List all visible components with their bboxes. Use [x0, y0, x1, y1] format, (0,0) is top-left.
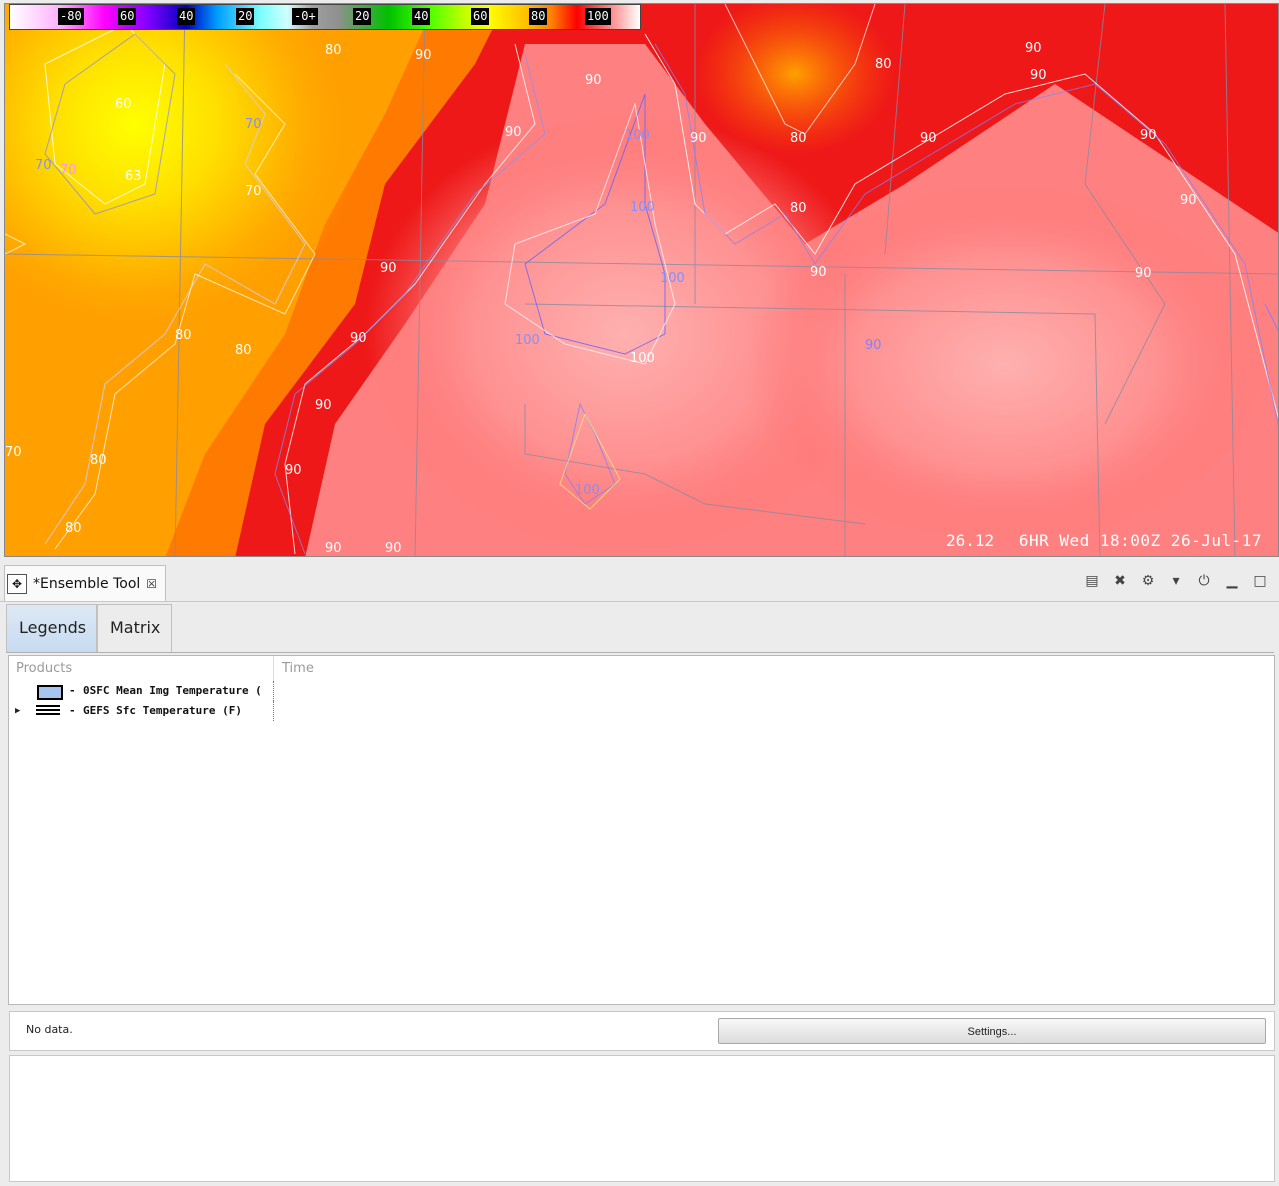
svg-text:90: 90 — [350, 331, 367, 346]
colorbar-tick: 40 — [412, 8, 431, 25]
svg-text:80: 80 — [65, 521, 82, 536]
svg-text:70: 70 — [245, 184, 262, 199]
map-display[interactable]: 70 70 60 63 70 70 80 80 80 90 90 90 90 9… — [4, 3, 1279, 557]
svg-text:80: 80 — [235, 343, 252, 358]
colorbar-tick: 100 — [585, 8, 611, 25]
power-icon[interactable]: ⏻ — [1195, 572, 1213, 590]
svg-text:70: 70 — [60, 163, 77, 178]
temperature-colorbar: -80 60 40 20 -0+ 20 40 60 80 100 — [9, 4, 641, 30]
svg-text:90: 90 — [385, 541, 402, 556]
move-arrows-icon: ✥ — [7, 573, 27, 594]
svg-text:90: 90 — [380, 261, 397, 276]
svg-text:63: 63 — [125, 169, 142, 184]
colorbar-tick: 20 — [236, 8, 255, 25]
svg-text:90: 90 — [1180, 193, 1197, 208]
svg-text:60: 60 — [115, 97, 132, 112]
color-swatch[interactable] — [37, 685, 63, 700]
legend-dash: - — [69, 684, 76, 697]
minimize-icon[interactable]: ▁ — [1223, 572, 1241, 590]
svg-text:90: 90 — [1025, 41, 1042, 56]
tab-ensemble-tool-label: *Ensemble Tool — [33, 575, 141, 592]
detail-panel — [9, 1055, 1275, 1182]
svg-text:90: 90 — [505, 125, 522, 140]
notepad-icon[interactable]: ▤ — [1083, 572, 1101, 590]
svg-text:80: 80 — [175, 328, 192, 343]
svg-text:70: 70 — [5, 445, 22, 460]
svg-text:90: 90 — [325, 541, 342, 556]
tab-legends[interactable]: Legends — [6, 604, 97, 652]
svg-text:80: 80 — [90, 453, 107, 468]
svg-text:90: 90 — [810, 265, 827, 280]
legend-row-gefs-temperature[interactable]: ▶ - GEFS Sfc Temperature (F) — [9, 701, 274, 721]
legend-row-label: 0SFC Mean Img Temperature ( — [83, 684, 262, 697]
column-divider — [273, 681, 275, 701]
close-icon[interactable]: ☒ — [146, 577, 157, 591]
svg-text:90: 90 — [920, 131, 937, 146]
svg-text:100: 100 — [515, 333, 540, 348]
svg-text:90: 90 — [415, 48, 432, 63]
svg-text:80: 80 — [325, 43, 342, 58]
temperature-field: 70 70 60 63 70 70 80 80 80 90 90 90 90 9… — [5, 4, 1278, 556]
svg-text:90: 90 — [1030, 68, 1047, 83]
column-divider[interactable] — [273, 656, 274, 681]
settings-button[interactable]: Settings... — [718, 1018, 1266, 1044]
svg-text:80: 80 — [875, 57, 892, 72]
svg-text:80: 80 — [790, 201, 807, 216]
column-header-time[interactable]: Time — [275, 656, 314, 681]
svg-text:90: 90 — [690, 131, 707, 146]
tab-ensemble-tool[interactable]: ✥ *Ensemble Tool ☒ — [4, 565, 167, 601]
tools-icon[interactable]: ✖ — [1111, 572, 1129, 590]
svg-text:90: 90 — [1140, 128, 1157, 143]
line-style-swatch[interactable] — [36, 705, 60, 717]
gear-icon[interactable]: ⚙ — [1139, 572, 1157, 590]
column-header-products[interactable]: Products — [9, 656, 72, 681]
colorbar-tick: 20 — [353, 8, 372, 25]
svg-text:70: 70 — [245, 117, 262, 132]
svg-text:70: 70 — [35, 158, 52, 173]
legend-dash: - — [69, 704, 76, 717]
svg-text:90: 90 — [1135, 266, 1152, 281]
colorbar-tick: 80 — [529, 8, 548, 25]
svg-text:90: 90 — [865, 338, 882, 353]
svg-text:100: 100 — [575, 483, 600, 498]
colorbar-tick: -0+ — [292, 8, 318, 25]
expand-arrow-icon[interactable]: ▶ — [15, 701, 20, 721]
colorbar-tick: 60 — [118, 8, 137, 25]
dropdown-arrow-icon[interactable]: ▾ — [1167, 572, 1185, 590]
status-bar: No data. Settings... — [9, 1011, 1275, 1051]
svg-text:100: 100 — [630, 351, 655, 366]
svg-text:90: 90 — [585, 73, 602, 88]
svg-text:80: 80 — [790, 131, 807, 146]
svg-text:90: 90 — [315, 398, 332, 413]
colorbar-tick: 60 — [471, 8, 490, 25]
maximize-icon[interactable]: □ — [1251, 572, 1269, 590]
legend-table: Products Time - 0SFC Mean Img Temperatur… — [8, 655, 1275, 1005]
colorbar-tick: 40 — [177, 8, 196, 25]
svg-text:100: 100 — [630, 200, 655, 215]
frame-value: 26.12 — [946, 531, 995, 550]
colorbar-tick: -80 — [58, 8, 84, 25]
svg-text:100: 100 — [660, 271, 685, 286]
view-toolbar: ▤ ✖ ⚙ ▾ ⏻ ▁ □ — [1083, 572, 1269, 590]
legend-row-mean-temperature[interactable]: - 0SFC Mean Img Temperature ( — [9, 681, 274, 701]
svg-text:100: 100 — [625, 128, 650, 143]
tab-matrix[interactable]: Matrix — [97, 604, 172, 652]
frame-time-label: 6HR Wed 18:00Z 26-Jul-17 — [1018, 531, 1262, 550]
ensemble-tabs: Legends Matrix — [6, 604, 1274, 653]
legend-row-label: GEFS Sfc Temperature (F) — [83, 704, 242, 717]
column-divider — [273, 701, 275, 721]
svg-text:90: 90 — [285, 463, 302, 478]
status-message: No data. — [26, 1023, 73, 1036]
